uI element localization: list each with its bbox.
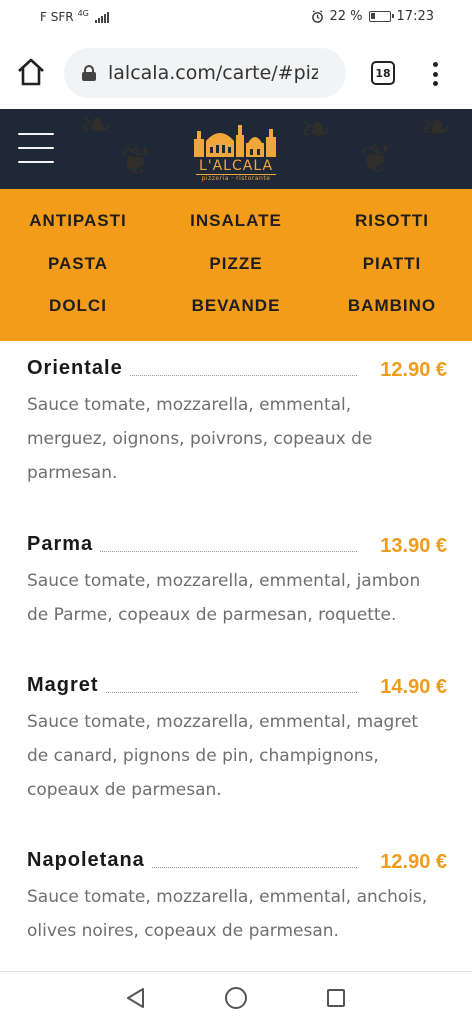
menu-item-name: Magret: [27, 674, 105, 697]
network-type: 4G: [77, 8, 89, 18]
logo-tagline: pizzeria · ristorante: [201, 175, 271, 182]
tab-count: 18: [375, 66, 391, 80]
status-right: 22 % 17:23: [311, 9, 434, 24]
description-line: merguez, oignons, poivrons, copeaux de: [27, 429, 373, 449]
category-antipasti[interactable]: ANTIPASTI: [3, 211, 153, 231]
lock-icon: [82, 65, 96, 81]
menu-item-header: Napoletana 12.90 €: [27, 849, 447, 879]
logo-name: L'ALCALA: [198, 158, 274, 174]
site-header: ❧ ❦ ❧ ❦ ❧ L'ALCALA pizzeria · ristorante: [0, 109, 472, 189]
address-bar[interactable]: lalcala.com/carte/#pizzas: [64, 48, 346, 98]
skyline-logo-icon: [194, 125, 276, 157]
battery-icon: [368, 11, 394, 22]
category-dolci[interactable]: DOLCI: [3, 296, 153, 316]
menu-item-description: Sauce tomate, mozzarella, emmental, magr…: [27, 705, 447, 807]
decor-leaf-icon: ❧: [420, 109, 452, 149]
hamburger-menu-icon[interactable]: [18, 133, 54, 163]
category-pizze[interactable]: PIZZE: [161, 254, 311, 274]
url-text[interactable]: lalcala.com/carte/#pizzas: [108, 62, 318, 84]
decor-leaf-icon: ❦: [360, 137, 392, 181]
clock: 17:23: [396, 9, 434, 24]
signal-icon: [94, 11, 109, 23]
menu-item-description: Sauce tomate, mozzarella, emmental, merg…: [27, 388, 447, 490]
menu-item-description: Sauce tomate, mozzarella, emmental, jamb…: [27, 564, 447, 632]
category-piatti[interactable]: PIATTI: [317, 254, 467, 274]
menu-item: Magret 14.90 € Sauce tomate, mozzarella,…: [27, 674, 447, 807]
category-bevande[interactable]: BEVANDE: [161, 296, 311, 316]
menu-item-description: Sauce tomate, mozzarella, emmental, anch…: [27, 880, 447, 948]
description-line: olives noires, copeaux de parmesan.: [27, 921, 339, 941]
battery-percent: 22 %: [329, 9, 363, 24]
decor-leaf-icon: ❧: [300, 109, 332, 151]
category-pasta[interactable]: PASTA: [3, 254, 153, 274]
home-circle-icon[interactable]: [225, 987, 247, 1009]
description-line: Sauce tomate, mozzarella, emmental, magr…: [27, 712, 419, 732]
status-left: F SFR 4G: [40, 8, 109, 24]
category-nav: ANTIPASTI INSALATE RISOTTI PASTA PIZZE P…: [0, 189, 472, 341]
menu-item-name: Parma: [27, 533, 100, 556]
menu-item-header: Orientale 12.90 €: [27, 357, 447, 387]
description-line: copeaux de parmesan.: [27, 780, 222, 800]
tabs-icon[interactable]: 18: [371, 61, 395, 85]
description-line: parmesan.: [27, 463, 118, 483]
menu-item: Napoletana 12.90 € Sauce tomate, mozzare…: [27, 849, 447, 948]
menu-item-price: 13.90 €: [374, 535, 447, 558]
pizza-menu-list: Orientale 12.90 € Sauce tomate, mozzarel…: [0, 341, 472, 971]
description-line: de Parme, copeaux de parmesan, roquette.: [27, 605, 397, 625]
recents-square-icon[interactable]: [327, 989, 345, 1007]
decor-leaf-icon: ❧: [80, 109, 112, 147]
menu-item-price: 12.90 €: [374, 851, 447, 874]
status-bar: F SFR 4G 22 % 17:23: [0, 0, 472, 36]
alarm-icon: [311, 10, 323, 23]
system-nav-bar: [0, 971, 472, 1024]
description-line: Sauce tomate, mozzarella, emmental, jamb…: [27, 571, 421, 591]
category-insalate[interactable]: INSALATE: [161, 211, 311, 231]
site-logo[interactable]: L'ALCALA pizzeria · ristorante: [190, 121, 282, 182]
carrier-label: F SFR: [40, 10, 74, 24]
browser-toolbar: lalcala.com/carte/#pizzas 18: [0, 36, 472, 109]
menu-item-price: 14.90 €: [374, 676, 447, 699]
home-icon[interactable]: [16, 58, 46, 86]
description-line: de canard, pignons de pin, champignons,: [27, 746, 379, 766]
more-vert-icon[interactable]: [428, 60, 442, 88]
description-line: Sauce tomate, mozzarella, emmental, anch…: [27, 887, 428, 907]
menu-item: Orientale 12.90 € Sauce tomate, mozzarel…: [27, 357, 447, 490]
category-bambino[interactable]: BAMBINO: [317, 296, 467, 316]
decor-leaf-icon: ❦: [120, 139, 152, 183]
menu-item-name: Orientale: [27, 357, 129, 380]
back-triangle-icon[interactable]: [124, 986, 146, 1010]
menu-item-price: 12.90 €: [374, 359, 447, 382]
description-line: Sauce tomate, mozzarella, emmental,: [27, 395, 352, 415]
menu-item: Parma 13.90 € Sauce tomate, mozzarella, …: [27, 533, 447, 632]
menu-item-header: Parma 13.90 €: [27, 533, 447, 563]
menu-item-name: Napoletana: [27, 849, 151, 872]
menu-item-header: Magret 14.90 €: [27, 674, 447, 704]
category-risotti[interactable]: RISOTTI: [317, 211, 467, 231]
